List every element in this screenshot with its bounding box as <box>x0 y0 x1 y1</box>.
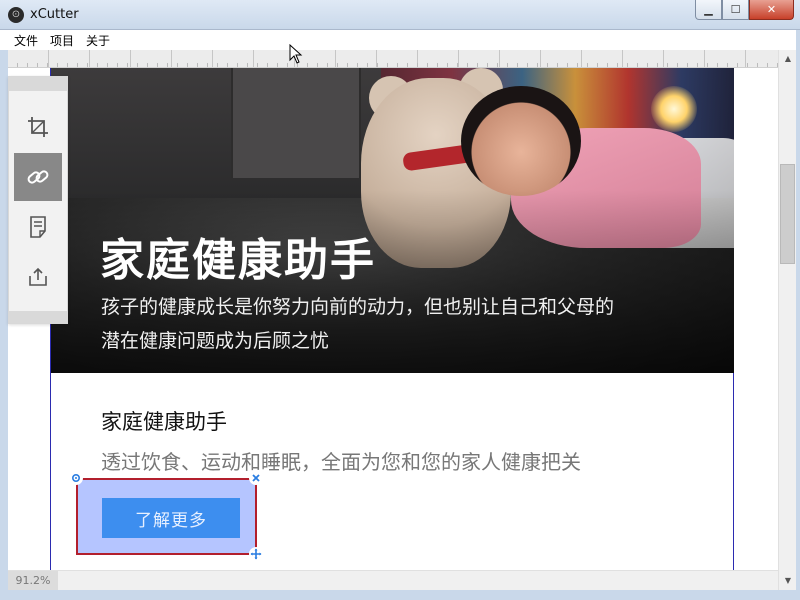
menu-bar: 文件 项目 关于 <box>0 30 800 50</box>
export-tool-button[interactable] <box>14 253 62 301</box>
design-canvas[interactable]: 家庭健康助手 孩子的健康成长是你努力向前的动力，但也别让自己和父母的潜在健康问题… <box>8 68 778 570</box>
menu-file[interactable]: 文件 <box>14 32 38 49</box>
link-tool-button[interactable] <box>14 153 62 201</box>
export-icon <box>29 267 47 286</box>
selected-element-box[interactable]: 了解更多 <box>69 471 263 561</box>
horizontal-ruler <box>8 50 780 68</box>
ruler-ticks <box>8 63 780 67</box>
learn-more-button[interactable]: 了解更多 <box>102 498 240 538</box>
window-controls: ▁ ☐ ✕ <box>695 0 794 20</box>
zoom-level: 91.2% <box>8 571 58 591</box>
title-bar: ⊙ xCutter ▁ ☐ ✕ <box>0 0 800 30</box>
tool-palette <box>8 76 68 324</box>
window-frame-left <box>0 50 8 590</box>
document-icon <box>30 216 46 238</box>
window-frame-bottom <box>0 590 800 600</box>
tool-palette-footer <box>9 311 67 323</box>
menu-project[interactable]: 项目 <box>50 32 74 49</box>
status-bar: 91.2% <box>8 570 778 591</box>
close-icon[interactable] <box>249 471 263 485</box>
window-title: xCutter <box>30 7 79 22</box>
hero-banner[interactable]: 家庭健康助手 孩子的健康成长是你努力向前的动力，但也别让自己和父母的潜在健康问题… <box>51 68 734 373</box>
document-tool-button[interactable] <box>14 203 62 251</box>
page-artboard[interactable]: 家庭健康助手 孩子的健康成长是你努力向前的动力，但也别让自己和父母的潜在健康问题… <box>50 68 734 570</box>
hero-subtitle[interactable]: 孩子的健康成长是你努力向前的动力，但也别让自己和父母的潜在健康问题成为后顾之忧 <box>101 290 621 358</box>
maximize-button[interactable]: ☐ <box>722 0 749 20</box>
scroll-thumb[interactable] <box>780 164 795 264</box>
gear-icon[interactable] <box>69 471 83 485</box>
minimize-button[interactable]: ▁ <box>695 0 722 20</box>
section-title[interactable]: 家庭健康助手 <box>101 406 227 436</box>
section-subtitle[interactable]: 透过饮食、运动和睡眠，全面为您和您的家人健康把关 <box>101 446 581 475</box>
scroll-up-arrow[interactable]: ▲ <box>779 50 797 68</box>
crop-icon <box>28 117 48 137</box>
move-icon[interactable] <box>249 547 263 561</box>
vertical-scrollbar[interactable]: ▲ ▼ <box>778 50 796 590</box>
mouse-cursor <box>289 44 303 64</box>
window-frame-right <box>796 30 800 600</box>
hero-title[interactable]: 家庭健康助手 <box>100 224 376 288</box>
tool-palette-drag-handle[interactable] <box>9 77 67 91</box>
menu-about[interactable]: 关于 <box>86 32 110 49</box>
scroll-down-arrow[interactable]: ▼ <box>779 572 797 590</box>
crop-tool-button[interactable] <box>14 103 62 151</box>
close-button[interactable]: ✕ <box>749 0 794 20</box>
app-icon: ⊙ <box>8 7 24 23</box>
link-icon <box>27 170 49 184</box>
